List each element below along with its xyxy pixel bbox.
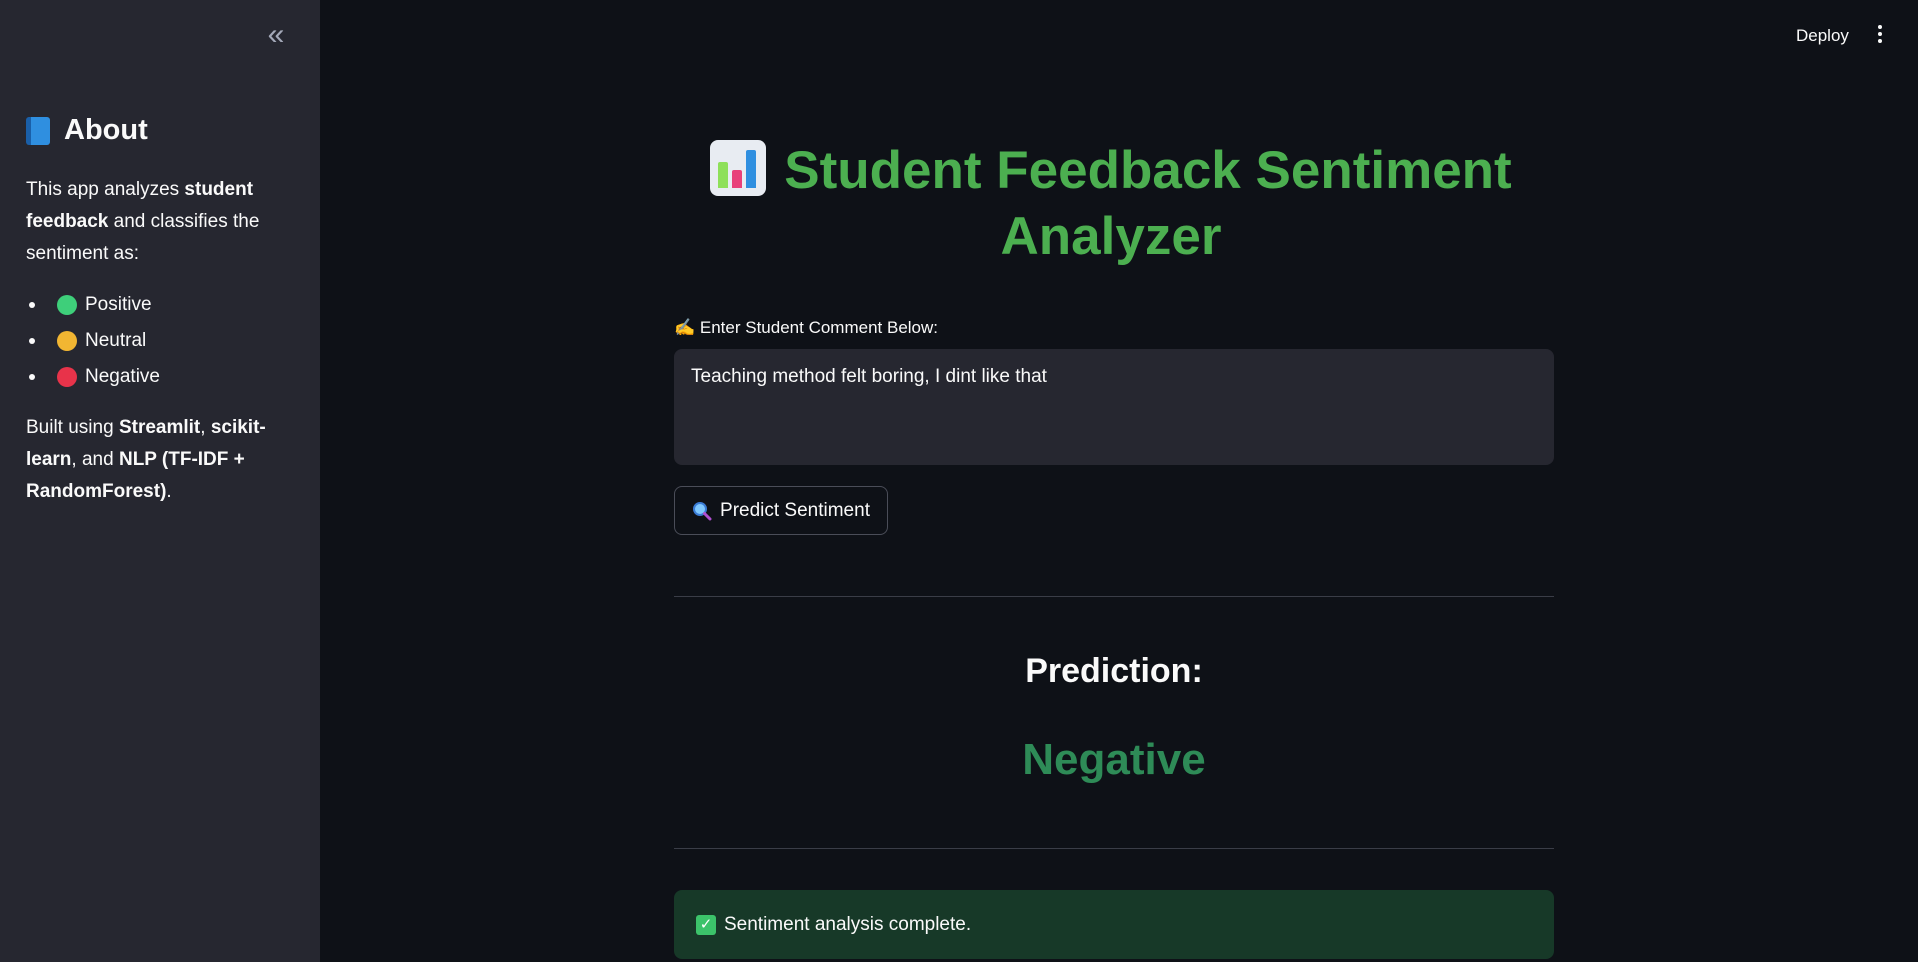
- built-text-4: .: [166, 481, 172, 502]
- list-item-negative: Negative: [26, 359, 160, 395]
- success-alert: ✓ Sentiment analysis complete.: [674, 890, 1554, 959]
- prediction-value: Negative: [1022, 735, 1206, 784]
- check-icon: ✓: [696, 914, 716, 935]
- divider: [674, 848, 1554, 849]
- built-text-1: Built using: [26, 417, 119, 438]
- comment-input-label: ✍️ Enter Student Comment Below:: [674, 318, 939, 337]
- intro-text-1: This app analyzes: [26, 179, 185, 200]
- predict-button-label: Predict Sentiment: [720, 499, 870, 521]
- red-circle-icon: [57, 367, 77, 387]
- sidebar-built-with: Built using Streamlit, scikit-learn, and…: [26, 412, 276, 508]
- page-title-text: Student Feedback Sentiment Analyzer: [784, 141, 1512, 266]
- sidebar: « About This app analyzes student feedba…: [0, 0, 320, 962]
- list-item-positive: Positive: [26, 287, 160, 323]
- page-title: Student Feedback Sentiment Analyzer: [674, 138, 1548, 270]
- bullet-icon: [29, 374, 35, 380]
- divider: [674, 596, 1554, 597]
- green-circle-icon: [57, 295, 77, 315]
- book-icon: [26, 116, 50, 145]
- sentiment-list: Positive Neutral Negative: [26, 287, 160, 395]
- deploy-button[interactable]: Deploy: [1782, 20, 1863, 52]
- built-text-2: ,: [200, 417, 211, 438]
- built-text-3: , and: [71, 449, 119, 470]
- list-item-label: Neutral: [85, 330, 147, 351]
- prediction-label: Prediction:: [1025, 652, 1203, 690]
- collapse-sidebar-icon[interactable]: «: [258, 20, 294, 50]
- bullet-icon: [29, 302, 35, 308]
- yellow-circle-icon: [57, 331, 77, 351]
- predict-sentiment-button[interactable]: Predict Sentiment: [674, 486, 888, 535]
- comment-textarea[interactable]: Teaching method felt boring, I dint like…: [674, 349, 1554, 465]
- built-bold-1: Streamlit: [118, 417, 201, 438]
- kebab-menu-icon[interactable]: [1872, 22, 1888, 48]
- sidebar-title-text: About: [64, 114, 148, 146]
- bar-chart-icon: [710, 140, 767, 196]
- list-item-label: Negative: [85, 366, 160, 387]
- magnifier-icon: [693, 501, 712, 520]
- bullet-icon: [29, 338, 35, 344]
- sidebar-title: About: [26, 114, 148, 147]
- list-item-label: Positive: [85, 294, 152, 315]
- list-item-neutral: Neutral: [26, 323, 160, 359]
- success-message: Sentiment analysis complete.: [724, 913, 972, 935]
- sidebar-intro: This app analyzes student feedback and c…: [26, 174, 276, 270]
